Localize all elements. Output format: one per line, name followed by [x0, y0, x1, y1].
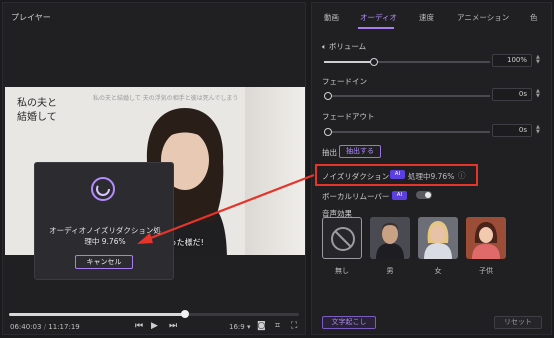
aspect-value: 16:9: [229, 323, 245, 331]
snapshot-icon[interactable]: ◙: [257, 321, 266, 331]
noise-reduction-label: ノイズリダクション: [322, 172, 390, 181]
next-frame-icon[interactable]: ⏭: [169, 321, 177, 331]
volume-slider-fill: [324, 61, 374, 63]
active-tab-indicator: [358, 27, 394, 29]
tab-speed[interactable]: 速度: [419, 12, 434, 23]
volume-stepper-icon[interactable]: ▲ ▼: [536, 55, 540, 65]
fade-out-value[interactable]: 0s: [492, 124, 532, 137]
volume-value[interactable]: 100%: [492, 54, 532, 67]
volume-label-text: ボリューム: [328, 42, 367, 51]
voice-effect-male-label: 男: [386, 267, 394, 275]
fade-in-label: フェードイン: [322, 77, 367, 86]
fade-out-slider-knob[interactable]: [324, 128, 332, 136]
tab-video[interactable]: 動画: [324, 12, 339, 23]
fade-in-value[interactable]: 0s: [492, 88, 532, 101]
time-display: 06:40:03 / 11:17:19: [10, 323, 80, 331]
fullscreen-icon[interactable]: ⛶: [291, 321, 297, 331]
noise-reduction-ai-badge: AI: [390, 170, 405, 179]
volume-slider[interactable]: [324, 58, 490, 66]
voice-effect-child[interactable]: [466, 217, 506, 259]
player-title: プレイヤー: [11, 13, 51, 22]
vocal-remover-toggle[interactable]: [416, 191, 432, 199]
voice-effect-female[interactable]: [418, 217, 458, 259]
properties-panel: 動画 オーディオ 速度 アニメーション 色 🔈︎ ボリューム 100% ▲ ▼ フ…: [311, 2, 552, 335]
progress-spinner-icon: [91, 177, 115, 201]
voice-effect-female-label: 女: [434, 267, 442, 275]
vocal-remover-label: ボーカルリムーバー: [322, 192, 390, 201]
fade-in-slider[interactable]: [324, 92, 490, 100]
tab-audio[interactable]: オーディオ: [360, 12, 397, 23]
fade-out-label: フェードアウト: [322, 112, 375, 121]
crop-icon[interactable]: ⌗: [275, 321, 280, 331]
reset-button[interactable]: リセット: [494, 316, 542, 329]
female-avatar-icon: [418, 217, 458, 259]
fade-in-slider-knob[interactable]: [324, 92, 332, 100]
fade-out-stepper-icon[interactable]: ▲ ▼: [536, 125, 540, 135]
video-subtitle-text: 私の夫と結婚して 夫の浮気の相手と彼は死んでしまう: [93, 95, 239, 102]
fade-out-slider[interactable]: [324, 128, 490, 136]
extract-button[interactable]: 抽出する: [339, 145, 381, 158]
dialog-message-line2: 理中 9.76%: [84, 237, 126, 246]
volume-slider-knob[interactable]: [370, 58, 378, 66]
voice-effect-none[interactable]: [322, 217, 362, 259]
video-title-text: 私の夫と 結婚して: [17, 98, 57, 123]
prev-frame-icon[interactable]: ⏮: [135, 321, 143, 331]
tab-animation[interactable]: アニメーション: [457, 12, 509, 23]
time-current: 06:40:03: [10, 323, 42, 331]
fade-in-stepper-icon[interactable]: ▲ ▼: [536, 89, 540, 99]
timeline-scrubber[interactable]: [9, 310, 299, 318]
scrubber-fill: [9, 313, 183, 316]
speaker-icon: 🔈︎: [322, 42, 327, 51]
noise-reduction-dialog: オーディオノイズリダクション処 理中 9.76% キャンセル: [34, 162, 174, 280]
tab-bar: 動画 オーディオ 速度 アニメーション 色: [312, 3, 553, 31]
time-total: 11:17:19: [48, 323, 80, 331]
cancel-button[interactable]: キャンセル: [75, 255, 133, 269]
vocal-remover-ai-badge: AI: [392, 191, 407, 200]
scrubber-knob[interactable]: [181, 310, 189, 318]
volume-label: 🔈︎ ボリューム: [322, 41, 366, 52]
transcribe-button[interactable]: 文字起こし: [322, 316, 376, 329]
video-background: [245, 87, 305, 255]
voice-effect-male[interactable]: [370, 217, 410, 259]
info-icon[interactable]: ⓘ: [458, 170, 466, 181]
male-avatar-icon: [370, 217, 410, 259]
child-avatar-icon: [466, 217, 506, 259]
tab-color[interactable]: 色: [530, 12, 538, 23]
extract-label: 抽出: [322, 148, 337, 157]
voice-effect-child-label: 子供: [479, 267, 493, 275]
play-icon[interactable]: ▶: [151, 321, 158, 331]
voice-effect-none-label: 無し: [335, 267, 349, 275]
toggle-knob: [425, 192, 431, 198]
aspect-ratio-select[interactable]: 16:9 ▾: [229, 323, 250, 331]
dialog-message-line1: オーディオノイズリダクション処: [49, 226, 161, 235]
noise-reduction-status: 処理中9.76%: [408, 172, 455, 181]
no-effect-icon: [331, 227, 355, 251]
